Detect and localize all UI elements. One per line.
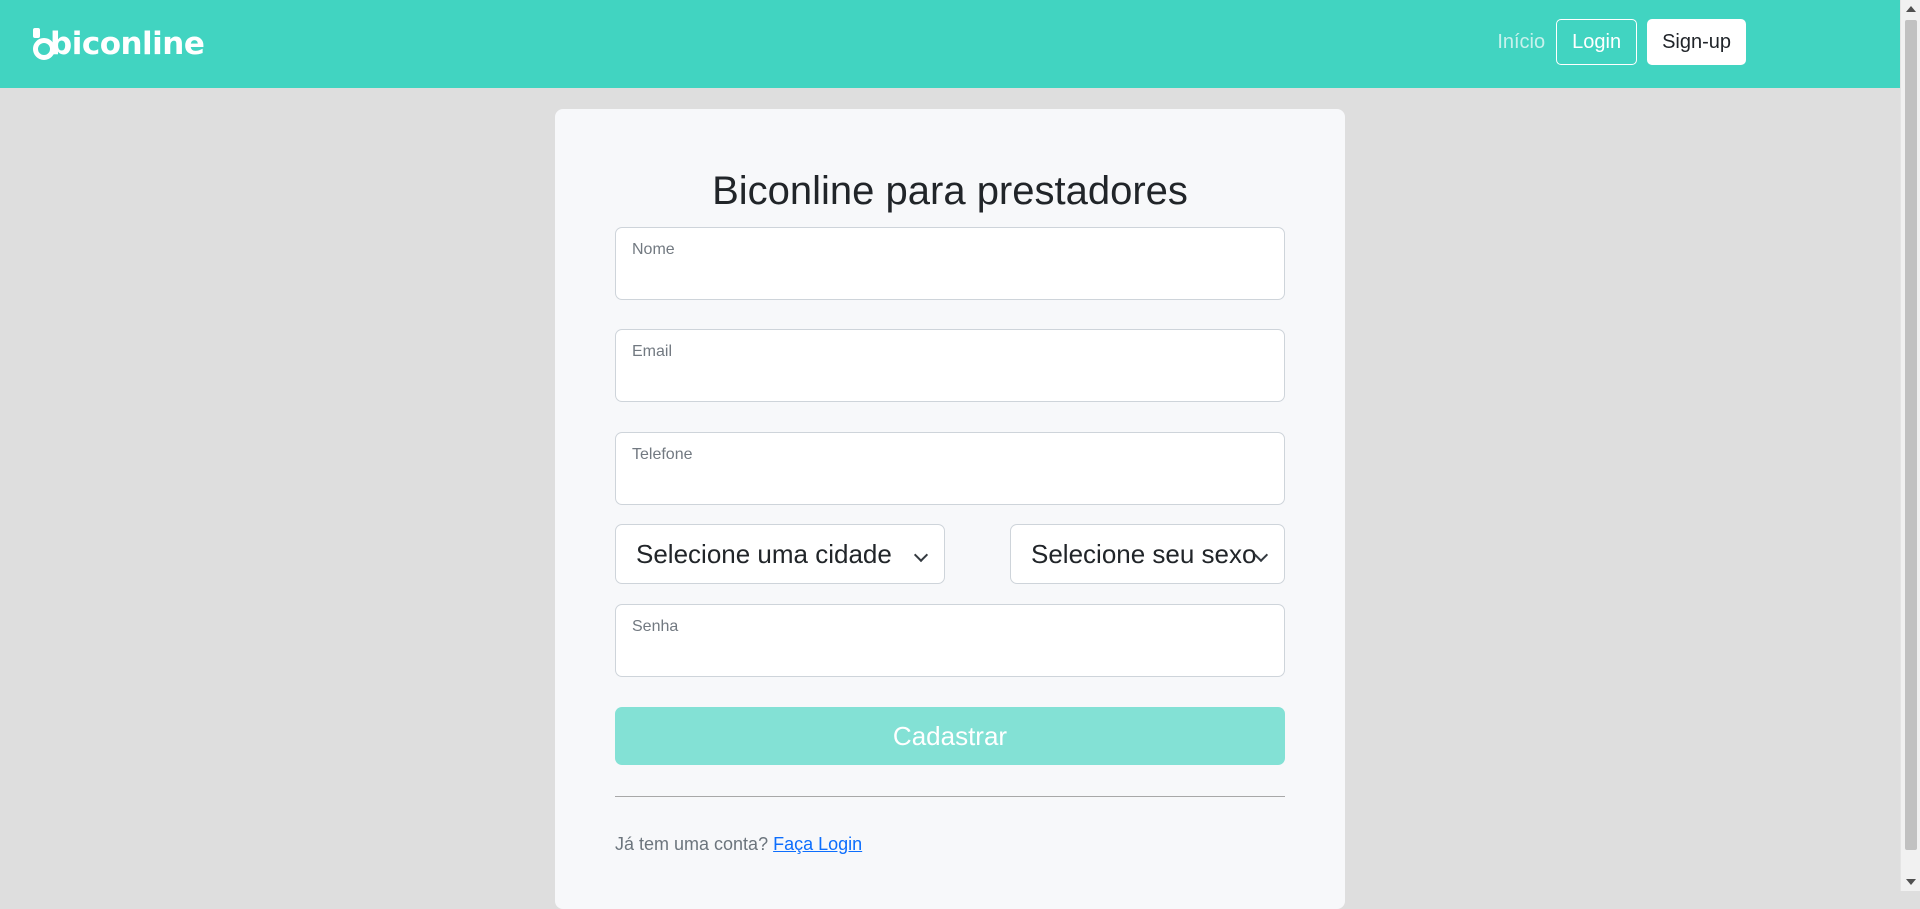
- city-select-value: Selecione uma cidade: [636, 538, 892, 569]
- page-title: Biconline para prestadores: [712, 169, 1188, 213]
- submit-button[interactable]: Cadastrar: [615, 707, 1285, 765]
- name-field-label: Nome: [632, 241, 675, 258]
- password-field-label: Senha: [632, 618, 679, 635]
- name-field[interactable]: Nome: [615, 227, 1285, 300]
- signup-card: Biconline para prestadores Nome Email Te…: [555, 109, 1345, 909]
- sex-select[interactable]: Selecione seu sexo: [1010, 524, 1285, 584]
- scroll-up-arrow-icon[interactable]: [1906, 6, 1916, 12]
- login-link[interactable]: Faça Login: [773, 834, 862, 854]
- nav-home-link[interactable]: Início: [1497, 31, 1545, 54]
- brand-logo-text: biconline: [50, 26, 205, 62]
- signup-button[interactable]: Sign-up: [1647, 19, 1746, 65]
- login-prompt: Já tem uma conta? Faça Login: [615, 834, 862, 855]
- nav-links: Início Login Sign-up: [1497, 19, 1746, 65]
- chevron-down-icon: [913, 547, 929, 563]
- login-prompt-text: Já tem uma conta?: [615, 834, 769, 854]
- divider: [615, 796, 1285, 797]
- email-field-label: Email: [632, 343, 673, 360]
- phone-field[interactable]: Telefone: [615, 432, 1285, 505]
- vertical-scrollbar[interactable]: [1900, 0, 1920, 891]
- login-button[interactable]: Login: [1556, 19, 1638, 65]
- navbar: biconline Início Login Sign-up: [0, 0, 1900, 88]
- phone-field-label: Telefone: [632, 446, 693, 463]
- email-field[interactable]: Email: [615, 329, 1285, 402]
- scroll-down-arrow-icon[interactable]: [1906, 879, 1916, 885]
- scrollbar-thumb[interactable]: [1905, 20, 1917, 850]
- sex-select-value: Selecione seu sexo: [1031, 538, 1257, 569]
- password-field[interactable]: Senha: [615, 604, 1285, 677]
- city-select[interactable]: Selecione uma cidade: [615, 524, 945, 584]
- brand-logo[interactable]: biconline: [32, 24, 205, 64]
